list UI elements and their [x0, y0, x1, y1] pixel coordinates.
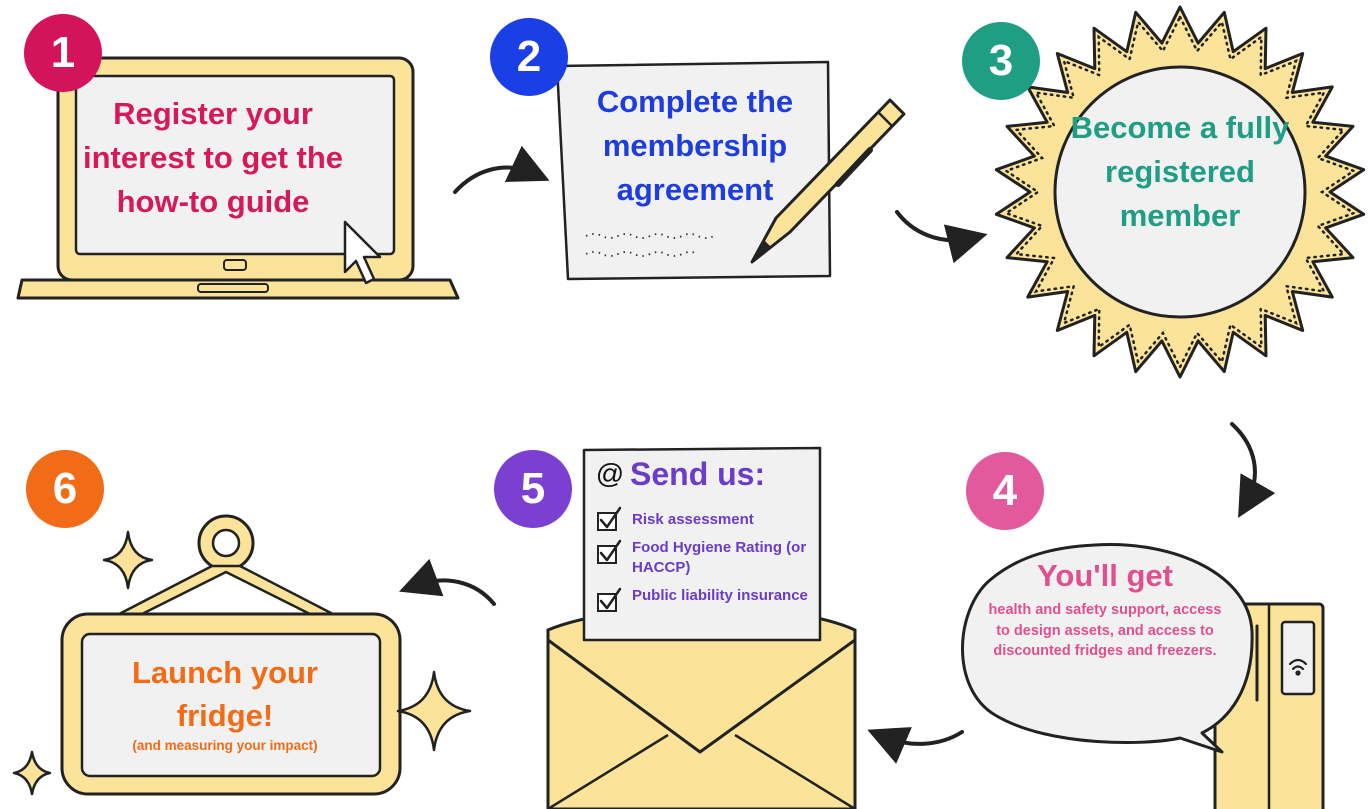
step-1-text: Register your interest to get the how-to…: [82, 96, 344, 220]
sparkle-icon: [396, 670, 472, 752]
step-2-text: Complete the membership agreement: [596, 84, 794, 208]
step-3-text: Become a fully registered member: [1070, 110, 1290, 234]
step-4-text: health and safety support, access to des…: [988, 602, 1222, 660]
step-6-heading: Launch your fridge!: [131, 655, 318, 733]
arrow-4-to-5: [867, 727, 964, 764]
onboarding-steps-diagram: 1 2 3 4 5 6 Register your interest to ge…: [0, 0, 1370, 809]
checklist-item: Risk assessment: [632, 511, 754, 528]
step-3-badge: 3: [962, 22, 1040, 100]
arrow-5-to-6: [399, 558, 496, 606]
checklist-item: Public liability insurance: [632, 587, 808, 604]
checklist-item: Food Hygiene Rating (or HACCP): [632, 539, 807, 577]
arrow-1-to-2: [453, 145, 550, 194]
step-1-badge: 1: [24, 14, 102, 92]
arrow-3-to-4: [1230, 422, 1276, 518]
step-5-badge: 5: [494, 450, 572, 528]
at-symbol-icon: @: [595, 458, 625, 489]
envelope-icon: [546, 446, 857, 809]
step-5-heading: Send us:: [630, 456, 766, 492]
sparkle-icon: [12, 750, 52, 796]
step-6-text: (and measuring your impact): [132, 738, 318, 753]
step-6-badge: 6: [26, 450, 104, 528]
step-4-badge: 4: [966, 452, 1044, 530]
arrow-2-to-3: [895, 210, 988, 264]
step-4-heading: You'll get: [1037, 558, 1173, 593]
sparkle-icon: [102, 530, 154, 590]
